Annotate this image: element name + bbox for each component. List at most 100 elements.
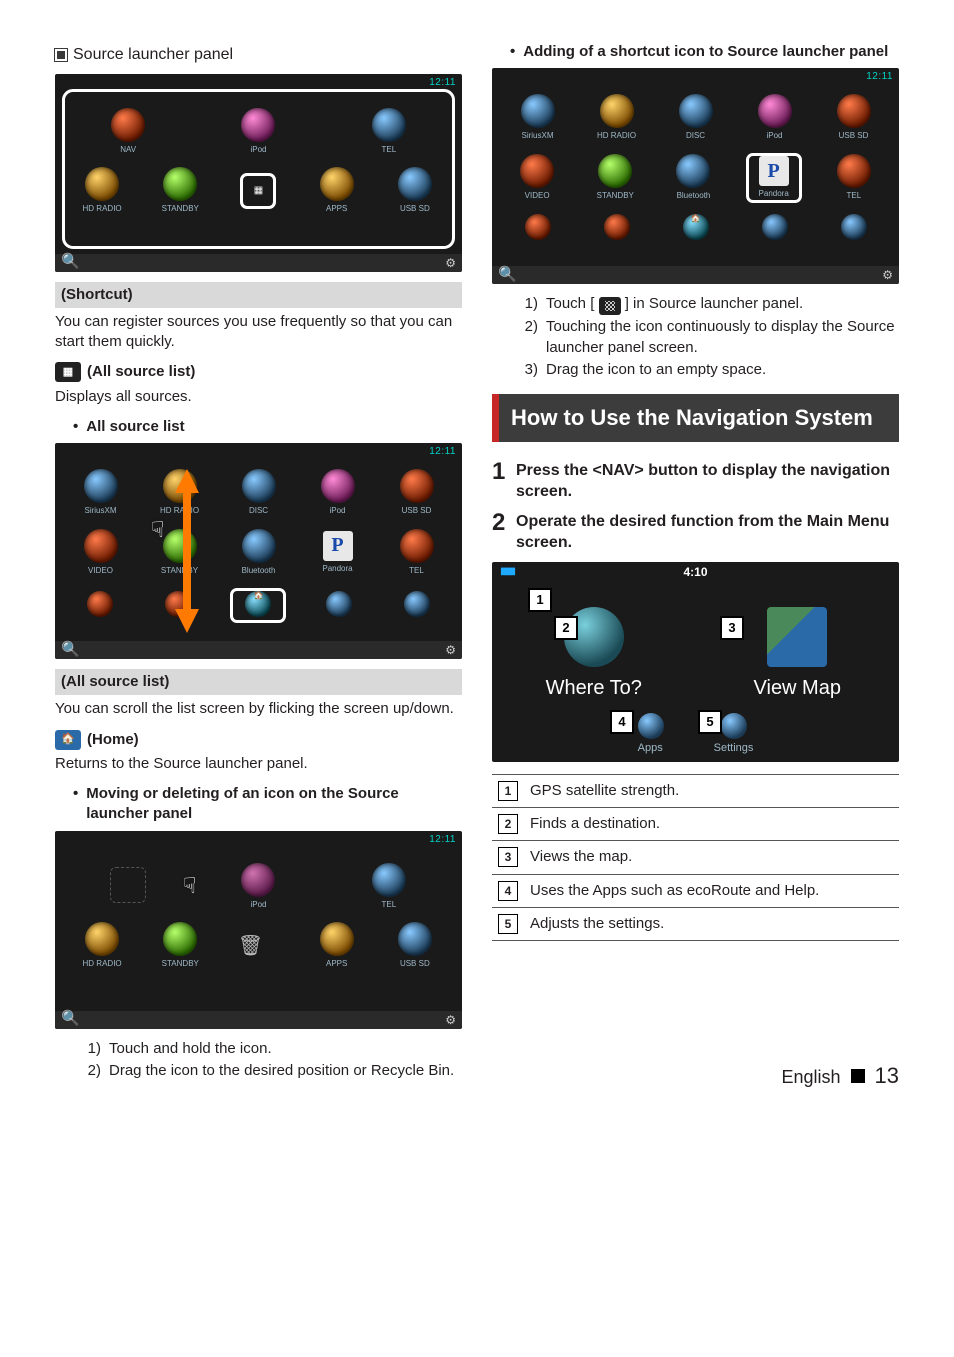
highlight-frame (65, 92, 452, 246)
heading-navigation: How to Use the Navigation System (492, 394, 899, 442)
status-time: 12:11 (429, 445, 456, 459)
arrow-stem (183, 491, 191, 611)
search-icon: 🔍 (498, 265, 517, 284)
hand-pointer-icon: ☟ (183, 871, 213, 901)
icon-extra-1 (75, 591, 125, 620)
icon-empty (103, 867, 153, 906)
icon-extra-2 (592, 214, 642, 243)
bullet-all-source-list: All source list (55, 417, 462, 437)
label-all-source-list-2: (All source list) (55, 669, 462, 695)
steps-add-shortcut: 1) Touch [ ] in Source launcher panel. 2… (492, 294, 899, 380)
screenshot-add-shortcut: 12:11 SiriusXM HD RADIO DISC iPod USB SD… (492, 68, 899, 284)
legend-num: 1 (498, 781, 518, 801)
grid-icon: ▦ (55, 362, 81, 382)
step-text: Drag the icon to an empty space. (546, 360, 766, 380)
nav-clock: 4:10 (492, 564, 899, 580)
gear-icon: ⚙ (882, 267, 893, 283)
legend-text: Views the map. (530, 847, 632, 867)
step-2: 2 Operate the desired function from the … (492, 511, 899, 554)
icon-standby: STANDBY (590, 154, 640, 202)
icon-hdradio: HD RADIO (592, 94, 642, 142)
icon-extra-3 (750, 214, 800, 243)
label-all-source-list: ▦ (All source list) (55, 362, 462, 382)
label-shortcut: (Shortcut) (55, 282, 462, 308)
hand-pointer-icon: ☟ (151, 515, 181, 545)
gear-icon: ⚙ (445, 255, 456, 271)
icon-tel: TEL (364, 863, 414, 911)
home-icon: 🏠 (671, 214, 721, 243)
section-heading-source-launcher: Source launcher panel (55, 44, 462, 66)
step-number: 3) (522, 360, 538, 380)
legend-text: Adjusts the settings. (530, 914, 664, 934)
callout-2: 2 (554, 616, 578, 640)
legend-num: 5 (498, 914, 518, 934)
step-number: 1 (492, 460, 510, 484)
apps-icon (638, 713, 664, 739)
icon-ipod: iPod (750, 94, 800, 142)
arrow-down-icon (175, 609, 199, 633)
screenshot-move-delete: 12:11 ☟ iPod TEL HD RADIO STANDBY 🗑 APPS… (55, 831, 462, 1029)
search-icon: 🔍 (61, 1009, 80, 1028)
step-text: Touching the icon continuously to displa… (546, 317, 899, 358)
icon-apps: APPS (312, 922, 362, 970)
legend-num: 4 (498, 881, 518, 901)
trash-icon: 🗑 (233, 929, 283, 963)
bullet-move-delete: Moving or deleting of an icon on the Sou… (55, 784, 462, 825)
callout-5: 5 (698, 710, 722, 734)
footer-page-number: 13 (875, 1061, 899, 1091)
icon-tel: TEL (829, 154, 879, 202)
callout-3: 3 (720, 616, 744, 640)
legend-num: 3 (498, 847, 518, 867)
arrow-up-icon (175, 469, 199, 493)
screenshot-source-launcher: 12:11 NAV iPod TEL HD RADIO STANDBY ▦ AP… (55, 74, 462, 272)
grid-icon (599, 297, 621, 315)
icon-bluetooth: Bluetooth (234, 529, 284, 577)
icon-extra-4 (829, 214, 879, 243)
legend-text: GPS satellite strength. (530, 781, 679, 801)
icon-disc: DISC (234, 469, 284, 517)
icon-ipod: iPod (313, 469, 363, 517)
icon-pandora: PPandora (313, 531, 363, 575)
gear-icon: ⚙ (445, 642, 456, 658)
nav-apps: Apps (638, 713, 664, 756)
icon-usbsd: USB SD (829, 94, 879, 142)
legend-table: 1GPS satellite strength. 2Finds a destin… (492, 774, 899, 941)
icon-usbsd: USB SD (392, 469, 442, 517)
legend-num: 2 (498, 814, 518, 834)
text-home-desc: Returns to the Source launcher panel. (55, 754, 462, 774)
icon-ipod-drag: iPod (233, 863, 283, 911)
page-footer: English 13 (492, 1061, 899, 1091)
icon-extra-3 (314, 591, 364, 620)
icon-tel: TEL (392, 529, 442, 577)
step-text: Press the <NAV> button to display the na… (516, 460, 899, 503)
step-number: 2) (85, 1061, 101, 1081)
gear-icon: ⚙ (445, 1012, 456, 1028)
callout-1: 1 (528, 588, 552, 612)
label-view-map: View Map (754, 675, 841, 702)
screenshot-all-source-scroll: 12:11 ☟ SiriusXM HD RADIO DISC iPod USB … (55, 443, 462, 659)
search-icon: 🔍 (61, 252, 80, 271)
text-shortcut-desc: You can register sources you use frequen… (55, 312, 462, 353)
icon-video: VIDEO (76, 529, 126, 577)
bullet-add-shortcut: Adding of a shortcut icon to Source laun… (492, 42, 899, 62)
step-text: Touch and hold the icon. (109, 1039, 272, 1059)
footer-square-icon (851, 1069, 865, 1083)
icon-bluetooth: Bluetooth (668, 154, 718, 202)
home-icon-highlight: 🏠 (231, 589, 285, 622)
step-number: 2 (492, 511, 510, 535)
icon-pandora-highlight: PPandora (747, 154, 801, 202)
icon-extra-1 (513, 214, 563, 243)
step-number: 1) (522, 294, 538, 315)
status-time: 12:11 (866, 70, 893, 84)
text-allsrc-desc: Displays all sources. (55, 387, 462, 407)
step-1: 1 Press the <NAV> button to display the … (492, 460, 899, 503)
status-time: 12:11 (429, 76, 456, 90)
step-text: Operate the desired function from the Ma… (516, 511, 899, 554)
callout-4: 4 (610, 710, 634, 734)
step-number: 2) (522, 317, 538, 358)
icon-usbsd: USB SD (390, 922, 440, 970)
icon-disc: DISC (671, 94, 721, 142)
label-where-to: Where To? (546, 675, 642, 702)
step-text: Drag the icon to the desired position or… (109, 1061, 454, 1081)
label-home: 🏠 (Home) (55, 730, 462, 750)
